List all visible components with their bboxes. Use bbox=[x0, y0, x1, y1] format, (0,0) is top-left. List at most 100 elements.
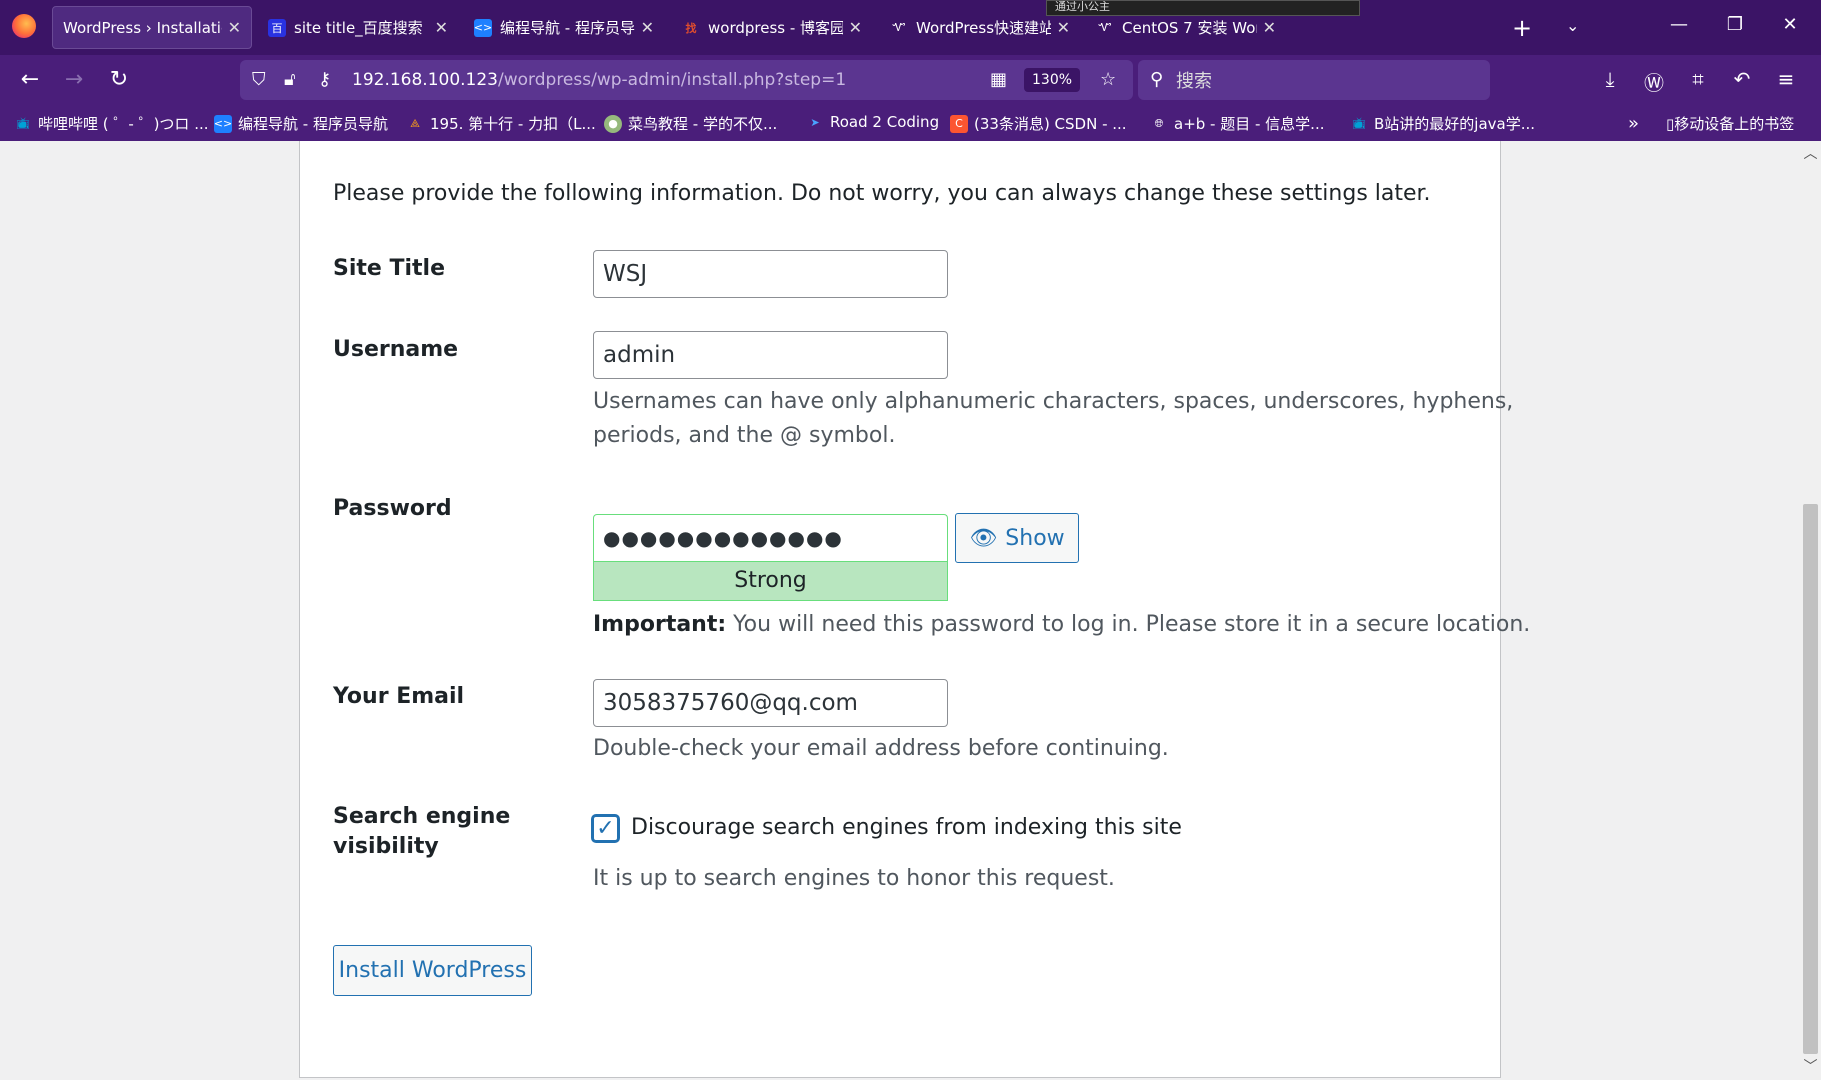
bookmark-label: 195. 第十行 - 力扣（L... bbox=[430, 115, 596, 133]
close-tab-icon[interactable]: ✕ bbox=[641, 18, 654, 37]
password-input[interactable]: ●●●●●●●●●●●●● bbox=[593, 514, 948, 562]
url-text[interactable]: 192.168.100.123/wordpress/wp-admin/insta… bbox=[352, 70, 846, 90]
chevron-down-icon[interactable]: ⌄ bbox=[1566, 16, 1579, 35]
password-strength-meter: Strong bbox=[593, 561, 948, 601]
discourage-search-label[interactable]: Discourage search engines from indexing … bbox=[631, 813, 1182, 843]
forward-arrow-icon[interactable]: → bbox=[60, 67, 88, 95]
back-arrow-icon[interactable]: ← bbox=[16, 67, 44, 95]
bookmark-csdn[interactable]: C (33条消息) CSDN - ... bbox=[950, 113, 1127, 134]
close-tab-icon[interactable]: ✕ bbox=[1057, 18, 1070, 37]
download-icon[interactable]: ⤓ bbox=[1596, 67, 1624, 91]
search-input[interactable] bbox=[1174, 60, 1478, 102]
reload-icon[interactable]: ↻ bbox=[105, 67, 133, 95]
tab-label: site title_百度搜索 bbox=[294, 19, 423, 37]
search-icon: ⚲ bbox=[1150, 69, 1164, 90]
checkmark-icon: ✓ bbox=[596, 816, 615, 841]
undo-arrow-icon[interactable]: ↶ bbox=[1728, 67, 1756, 91]
scroll-thumb[interactable] bbox=[1803, 504, 1818, 1054]
crop-screenshot-icon[interactable]: ⌗ bbox=[1684, 67, 1712, 91]
tab-cnblogs[interactable]: 找 wordpress - 博客园找找 ✕ bbox=[672, 6, 872, 49]
search-visibility-label-line: Search engine bbox=[333, 804, 511, 829]
username-hint-line: Usernames can have only alphanumeric cha… bbox=[593, 389, 1514, 414]
url-path: /wordpress/wp-admin/install.php?step=1 bbox=[498, 70, 847, 90]
username-hint: Usernames can have only alphanumeric cha… bbox=[593, 385, 1513, 453]
important-text: You will need this password to log in. P… bbox=[726, 612, 1531, 637]
search-visibility-hint: It is up to search engines to honor this… bbox=[593, 866, 1115, 891]
page-scrollbar[interactable]: ︿ ﹀ bbox=[1800, 141, 1821, 1080]
site-title-label: Site Title bbox=[333, 256, 446, 281]
hamburger-menu-icon[interactable]: ≡ bbox=[1772, 67, 1800, 91]
runoob-icon: ● bbox=[604, 114, 622, 133]
csdn-icon: C bbox=[950, 114, 968, 133]
navigation-bar: ← → ↻ ⛉ 🔓︎ ⚷ 192.168.100.123/wordpress/w… bbox=[0, 55, 1821, 105]
browser-chrome: WordPress › Installation ✕ 百 site title_… bbox=[0, 0, 1821, 141]
show-password-button[interactable]: 👁︎ Show bbox=[955, 513, 1079, 563]
scroll-down-arrow-icon[interactable]: ﹀ bbox=[1803, 1056, 1818, 1076]
search-visibility-label-line: visibility bbox=[333, 834, 439, 859]
bookmark-label: Road 2 Coding bbox=[830, 113, 940, 131]
code-nav-icon: <> bbox=[214, 114, 232, 133]
mobile-bookmarks-label: 移动设备上的书签 bbox=[1674, 115, 1795, 133]
install-wordpress-button[interactable]: Install WordPress bbox=[333, 945, 532, 996]
bookmark-code-nav[interactable]: <> 编程导航 - 程序员导航 bbox=[214, 113, 388, 134]
bookmark-runoob[interactable]: ● 菜鸟教程 - 学的不仅... bbox=[604, 113, 777, 134]
email-hint: Double-check your email address before c… bbox=[593, 736, 1169, 761]
new-tab-plus-icon[interactable]: + bbox=[1512, 14, 1532, 42]
cnblogs-icon: 找 bbox=[685, 21, 697, 35]
tab-label: CentOS 7 安装 WordPre bbox=[1122, 19, 1257, 37]
close-tab-icon[interactable]: ✕ bbox=[1263, 18, 1276, 37]
email-input[interactable]: 3058375760@qq.com bbox=[593, 679, 948, 727]
restore-icon[interactable]: ❐ bbox=[1720, 14, 1750, 35]
mobile-bookmarks[interactable]: ▯移动设备上的书签 bbox=[1666, 113, 1794, 134]
vlog-icon: Ꮙ bbox=[1098, 20, 1112, 34]
bookmark-label: 哔哩哔哩 ( ゜- ゜)つロ ... bbox=[38, 115, 209, 133]
important-prefix: Important: bbox=[593, 612, 727, 637]
key-icon[interactable]: ⚷ bbox=[318, 69, 331, 90]
insecure-lock-icon[interactable]: 🔓︎ bbox=[284, 69, 296, 90]
tab-baidu-search[interactable]: 百 site title_百度搜索 ✕ bbox=[258, 6, 458, 49]
close-window-icon[interactable]: ✕ bbox=[1775, 14, 1805, 35]
bookmark-label: (33条消息) CSDN - ... bbox=[974, 115, 1127, 133]
tab-strip: WordPress › Installation ✕ 百 site title_… bbox=[0, 0, 1821, 55]
bookmark-leetcode[interactable]: ⟁ 195. 第十行 - 力扣（L... bbox=[406, 113, 596, 134]
password-important-note: Important: You will need this password t… bbox=[593, 608, 1530, 642]
show-password-label: Show bbox=[1005, 525, 1065, 551]
intro-text: Please provide the following information… bbox=[333, 181, 1431, 206]
search-bar[interactable]: ⚲ bbox=[1138, 60, 1490, 102]
tab-wordpress-installation[interactable]: WordPress › Installation ✕ bbox=[52, 6, 252, 49]
double-chevron-right-icon[interactable]: » bbox=[1628, 113, 1639, 134]
tab-code-nav[interactable]: <> 编程导航 - 程序员导航 ✕ bbox=[464, 6, 664, 49]
tab-label: WordPress › Installation bbox=[63, 18, 222, 37]
bookmark-bilibili[interactable]: 📺︎ 哔哩哔哩 ( ゜- ゜)つロ ... bbox=[14, 113, 209, 134]
bookmark-bilibili-java[interactable]: 📺︎ B站讲的最好的java学... bbox=[1350, 113, 1535, 134]
zoom-level-badge[interactable]: 130% bbox=[1024, 68, 1081, 92]
bookmark-road2coding[interactable]: ➤ Road 2 Coding bbox=[806, 113, 939, 131]
bookmark-globe[interactable]: 🌐︎ a+b - 题目 - 信息学... bbox=[1150, 113, 1325, 134]
close-tab-icon[interactable]: ✕ bbox=[849, 18, 862, 37]
eye-icon: 👁︎ bbox=[969, 525, 998, 551]
email-label: Your Email bbox=[333, 684, 465, 709]
scroll-up-arrow-icon[interactable]: ︿ bbox=[1803, 143, 1818, 163]
url-bar[interactable]: ⛉ 🔓︎ ⚷ 192.168.100.123/wordpress/wp-admi… bbox=[240, 60, 1133, 100]
discourage-search-checkbox[interactable]: ✓ bbox=[592, 815, 619, 842]
bookmarks-bar: 📺︎ 哔哩哔哩 ( ゜- ゜)つロ ... <> 编程导航 - 程序员导航 ⟁ … bbox=[0, 105, 1821, 141]
bookmark-label: 编程导航 - 程序员导航 bbox=[238, 115, 388, 133]
bilibili-icon: 📺︎ bbox=[16, 117, 30, 130]
wordpress-extension-icon[interactable]: Ⓦ bbox=[1640, 67, 1668, 96]
bookmark-star-icon[interactable]: ☆ bbox=[1100, 69, 1116, 90]
page-content: Please provide the following information… bbox=[0, 141, 1800, 1080]
search-visibility-label: Search engine visibility bbox=[333, 802, 510, 862]
site-title-input[interactable]: WSJ bbox=[593, 250, 948, 298]
vlog-icon: Ꮙ bbox=[892, 20, 906, 34]
close-tab-icon[interactable]: ✕ bbox=[228, 18, 241, 37]
tab-label: 编程导航 - 程序员导航 bbox=[500, 19, 635, 37]
url-host: 192.168.100.123 bbox=[352, 70, 499, 90]
qr-code-icon[interactable]: ▦ bbox=[990, 69, 1007, 90]
bookmark-label: a+b - 题目 - 信息学... bbox=[1174, 115, 1325, 133]
minimize-icon[interactable]: — bbox=[1664, 14, 1694, 35]
username-input[interactable]: admin bbox=[593, 331, 948, 379]
firefox-logo-icon[interactable] bbox=[12, 14, 36, 38]
shield-icon[interactable]: ⛉ bbox=[252, 69, 266, 90]
tab-label: wordpress - 博客园找找 bbox=[708, 19, 843, 37]
close-tab-icon[interactable]: ✕ bbox=[435, 18, 448, 37]
